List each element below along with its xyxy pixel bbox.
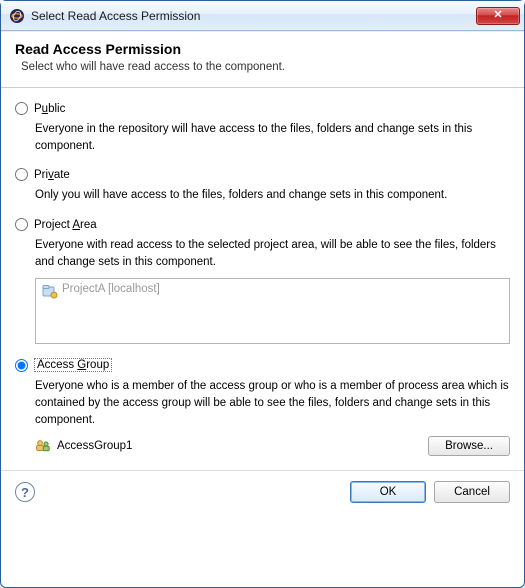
radio-public-label[interactable]: Public [34,103,65,115]
option-project-area: Project Area Everyone with read access t… [15,218,510,344]
page-title: Read Access Permission [15,41,510,57]
cancel-button[interactable]: Cancel [434,481,510,503]
radio-access-group[interactable] [15,359,28,372]
ok-button[interactable]: OK [350,481,426,503]
close-button[interactable]: ✕ [476,7,520,25]
desc-private: Only you will have access to the files, … [35,187,510,204]
access-group-selected: AccessGroup1 [57,440,422,452]
desc-project-area: Everyone with read access to the selecte… [35,237,510,270]
footer: ? OK Cancel [1,470,524,517]
radio-public[interactable] [15,102,28,115]
project-icon [42,283,58,299]
project-area-list[interactable]: ProjectA [localhost] [35,278,510,344]
titlebar: Select Read Access Permission ✕ [1,1,524,31]
page-subtitle: Select who will have read access to the … [21,61,510,73]
project-area-item: ProjectA [localhost] [62,283,160,295]
radio-private[interactable] [15,168,28,181]
content-area: Public Everyone in the repository will h… [1,88,524,470]
access-group-icon [35,438,51,454]
option-public: Public Everyone in the repository will h… [15,102,510,154]
desc-access-group: Everyone who is a member of the access g… [35,378,510,428]
radio-access-group-label[interactable]: Access Group [34,358,112,372]
radio-project-area-label[interactable]: Project Area [34,219,97,231]
header-banner: Read Access Permission Select who will h… [1,31,524,88]
close-icon: ✕ [493,10,502,21]
eclipse-icon [9,8,25,24]
desc-public: Everyone in the repository will have acc… [35,121,510,154]
option-access-group: Access Group Everyone who is a member of… [15,358,510,456]
radio-project-area[interactable] [15,218,28,231]
window-title: Select Read Access Permission [31,9,476,23]
option-private: Private Only you will have access to the… [15,168,510,204]
help-icon[interactable]: ? [15,482,35,502]
browse-button[interactable]: Browse... [428,436,510,456]
radio-private-label[interactable]: Private [34,169,70,181]
